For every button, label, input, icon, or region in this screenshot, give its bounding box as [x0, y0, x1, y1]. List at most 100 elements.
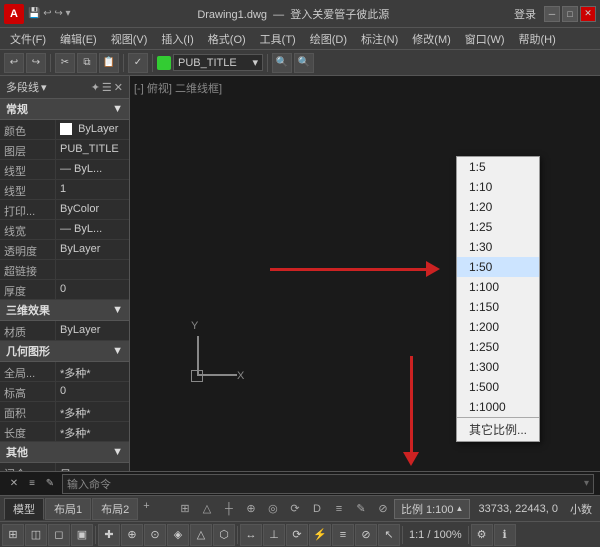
- scale-1-30[interactable]: 1:30: [457, 237, 539, 257]
- cmd-close-btn[interactable]: ✕: [6, 476, 22, 492]
- prop-global-value[interactable]: *多种*: [56, 362, 129, 381]
- command-input-wrapper[interactable]: 输入命令 ▾: [62, 474, 594, 494]
- icon-layer-btn[interactable]: ◻: [48, 524, 70, 546]
- icon-triangle-btn[interactable]: △: [190, 524, 212, 546]
- maximize-button[interactable]: □: [562, 6, 578, 22]
- window-controls[interactable]: ─ □ ✕: [544, 6, 596, 22]
- section-other[interactable]: 其他 ▼: [0, 442, 129, 463]
- prop-toggle-2[interactable]: ☰: [102, 81, 112, 94]
- icon-settings-btn[interactable]: ⚙: [471, 524, 493, 546]
- icon-circle-btn[interactable]: ⊕: [121, 524, 143, 546]
- icon-diamond-btn[interactable]: ◈: [167, 524, 189, 546]
- scale-1-100[interactable]: 1:100: [457, 277, 539, 297]
- toolbar-cut[interactable]: ✂: [55, 53, 75, 73]
- status-osnap[interactable]: ◎: [264, 500, 282, 518]
- prop-elevation-value[interactable]: 0: [56, 382, 129, 401]
- toolbar-zoom-out[interactable]: 🔍: [294, 53, 314, 73]
- prop-linetype-value[interactable]: — ByL...: [56, 160, 129, 179]
- cmd-options-btn[interactable]: ≡: [24, 476, 40, 492]
- toolbar-paste[interactable]: 📋: [99, 53, 119, 73]
- icon-circle2-btn[interactable]: ⊙: [144, 524, 166, 546]
- icon-lightning-btn[interactable]: ⚡: [309, 524, 331, 546]
- prop-print-value[interactable]: ByColor: [56, 200, 129, 219]
- prop-thickness-value[interactable]: 0: [56, 280, 129, 299]
- toolbar-zoom-in[interactable]: 🔍: [272, 53, 292, 73]
- menu-help[interactable]: 帮助(H): [513, 29, 562, 49]
- toolbar-undo[interactable]: ↩: [4, 53, 24, 73]
- status-polar[interactable]: ⊕: [242, 500, 260, 518]
- prop-lineweight-value[interactable]: — ByL...: [56, 220, 129, 239]
- minimize-button[interactable]: ─: [544, 6, 560, 22]
- icon-block-btn[interactable]: ▣: [71, 524, 93, 546]
- prop-layer-value[interactable]: PUB_TITLE: [56, 140, 129, 159]
- section-geometry[interactable]: 几何图形 ▼: [0, 341, 129, 362]
- status-snap[interactable]: △: [198, 500, 216, 518]
- icon-perp-btn[interactable]: ⊥: [263, 524, 285, 546]
- tab-add[interactable]: +: [139, 498, 153, 520]
- scale-1-300[interactable]: 1:300: [457, 357, 539, 377]
- icon-arrows-btn[interactable]: ↔: [240, 524, 262, 546]
- menu-insert[interactable]: 插入(I): [155, 29, 199, 49]
- scale-1-25[interactable]: 1:25: [457, 217, 539, 237]
- command-dropdown-arrow[interactable]: ▾: [584, 478, 589, 489]
- menu-draw[interactable]: 绘图(D): [304, 29, 353, 49]
- menu-tools[interactable]: 工具(T): [254, 29, 302, 49]
- prop-toggle-3[interactable]: ✕: [114, 81, 123, 94]
- scale-1-500[interactable]: 1:500: [457, 377, 539, 397]
- cmd-pen-btn[interactable]: ✎: [42, 476, 58, 492]
- icon-add-btn[interactable]: ✚: [98, 524, 120, 546]
- scale-other[interactable]: 其它比例...: [457, 417, 539, 441]
- section-general[interactable]: 常规 ▼: [0, 99, 129, 120]
- scale-1-250[interactable]: 1:250: [457, 337, 539, 357]
- status-grid[interactable]: ⊞: [176, 500, 194, 518]
- icon-info-btn[interactable]: ℹ: [494, 524, 516, 546]
- toolbar-copy[interactable]: ⧉: [77, 53, 97, 73]
- scale-1-150[interactable]: 1:150: [457, 297, 539, 317]
- menu-file[interactable]: 文件(F): [4, 29, 52, 49]
- prop-area-value[interactable]: *多种*: [56, 402, 129, 421]
- prop-material-value[interactable]: ByLayer: [56, 321, 129, 340]
- status-lw[interactable]: ≡: [330, 500, 348, 518]
- quick-access[interactable]: 💾 ↩ ↪ ▾: [28, 8, 71, 19]
- prop-linescale-value[interactable]: 1: [56, 180, 129, 199]
- scale-1-200[interactable]: 1:200: [457, 317, 539, 337]
- status-sc[interactable]: ⊘: [374, 500, 392, 518]
- scale-indicator[interactable]: 比例 1:100 ▲: [394, 499, 471, 519]
- scale-dropdown[interactable]: 1:5 1:10 1:20 1:25 1:30 1:50 1:100 1:150…: [456, 156, 540, 442]
- scale-1-5[interactable]: 1:5: [457, 157, 539, 177]
- scale-1-20[interactable]: 1:20: [457, 197, 539, 217]
- menu-window[interactable]: 窗口(W): [459, 29, 511, 49]
- icon-cursor-btn[interactable]: ↖: [378, 524, 400, 546]
- tab-layout1[interactable]: 布局1: [45, 498, 91, 520]
- scale-1-10[interactable]: 1:10: [457, 177, 539, 197]
- menu-modify[interactable]: 修改(M): [406, 29, 457, 49]
- properties-type-dropdown[interactable]: 多段线 ▾: [6, 79, 47, 95]
- status-dyn[interactable]: D: [308, 500, 326, 518]
- status-ortho[interactable]: ┼: [220, 500, 238, 518]
- icon-snap-btn[interactable]: ◫: [25, 524, 47, 546]
- icon-no-btn[interactable]: ⊘: [355, 524, 377, 546]
- layer-dropdown[interactable]: PUB_TITLE▾: [173, 54, 263, 71]
- prop-color-value[interactable]: ByLayer: [56, 120, 129, 139]
- icon-rotate-btn[interactable]: ⟳: [286, 524, 308, 546]
- menu-view[interactable]: 视图(V): [105, 29, 154, 49]
- section-3d[interactable]: 三维效果 ▼: [0, 300, 129, 321]
- status-track[interactable]: ⟳: [286, 500, 304, 518]
- scale-1-50[interactable]: 1:50: [457, 257, 539, 277]
- tab-model[interactable]: 模型: [4, 498, 44, 520]
- prop-transparency-value[interactable]: ByLayer: [56, 240, 129, 259]
- toolbar-redo[interactable]: ↪: [26, 53, 46, 73]
- scale-1-1000[interactable]: 1:1000: [457, 397, 539, 417]
- prop-length-value[interactable]: *多种*: [56, 422, 129, 441]
- tab-layout2[interactable]: 布局2: [92, 498, 138, 520]
- close-button[interactable]: ✕: [580, 6, 596, 22]
- prop-hyperlink-value[interactable]: [56, 260, 129, 279]
- prop-closed-value[interactable]: 是: [56, 463, 129, 471]
- toolbar-match[interactable]: ✓: [128, 53, 148, 73]
- menu-edit[interactable]: 编辑(E): [54, 29, 103, 49]
- menu-dimension[interactable]: 标注(N): [355, 29, 404, 49]
- menu-format[interactable]: 格式(O): [202, 29, 252, 49]
- prop-toggle-1[interactable]: ✦: [91, 81, 100, 94]
- login-link[interactable]: 登录: [514, 6, 536, 22]
- icon-grid-btn[interactable]: ⊞: [2, 524, 24, 546]
